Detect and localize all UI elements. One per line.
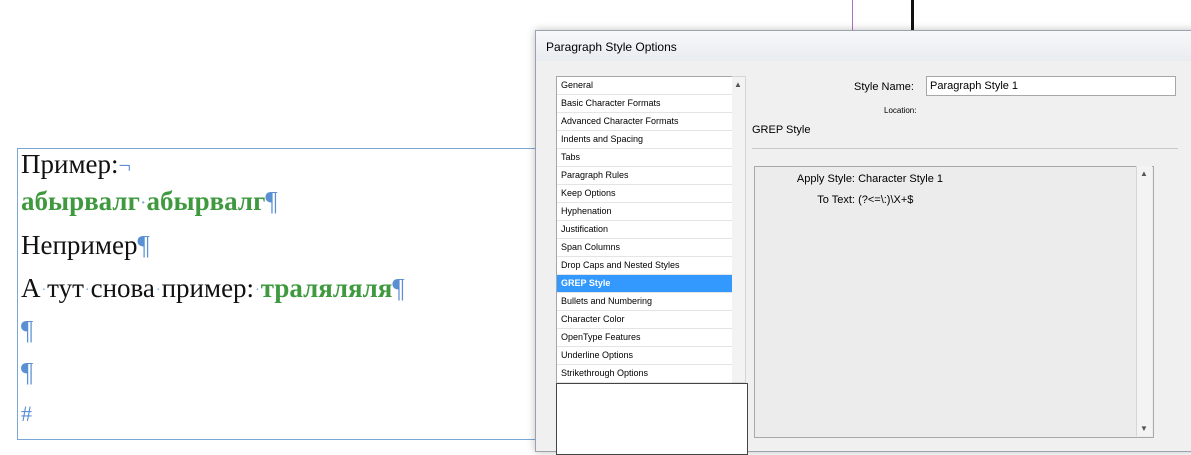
scroll-up-icon[interactable]: ▲ (1140, 169, 1148, 178)
line4-word-2: тут (47, 273, 84, 303)
category-item[interactable]: Drop Caps and Nested Styles (557, 257, 732, 275)
margin-guide (852, 0, 853, 34)
grep-style-list[interactable]: Apply Style: Character Style 1 To Text: … (754, 166, 1154, 438)
text-cursor-guide (911, 0, 914, 34)
scroll-up-icon[interactable]: ▲ (734, 80, 742, 89)
line4-word-1: А (21, 273, 41, 303)
to-text-label: To Text: (817, 194, 855, 206)
paragraph-style-options-dialog: Paragraph Style Options General Basic Cha… (535, 30, 1191, 455)
text-line-1[interactable]: Пример:¬ (21, 149, 131, 180)
style-name-label: Style Name: (854, 81, 914, 93)
category-item[interactable]: Indents and Spacing (557, 131, 732, 149)
pilcrow-mark: ¶ (265, 186, 278, 216)
category-item[interactable]: Keep Options (557, 185, 732, 203)
category-item[interactable]: Tabs (557, 149, 732, 167)
category-item[interactable]: Strikethrough Options (557, 365, 732, 383)
line4-word-3: снова (90, 273, 155, 303)
text-frame[interactable]: Пример:¬ абырвалг·абырвалг¶ Непример¶ А·… (17, 148, 558, 440)
category-item[interactable]: Justification (557, 221, 732, 239)
text-line-4[interactable]: А·тут·снова·пример:·траляляля¶ (21, 273, 405, 304)
line4-word-4: пример: (161, 273, 255, 303)
section-divider (752, 148, 1178, 149)
category-item[interactable]: Paragraph Rules (557, 167, 732, 185)
line2-word-1: абырвалг (21, 186, 140, 216)
dialog-title[interactable]: Paragraph Style Options (536, 31, 1191, 61)
apply-style-value[interactable]: Character Style 1 (858, 173, 943, 185)
pilcrow-mark: ¶ (137, 230, 150, 260)
text-line-3[interactable]: Непример¶ (21, 230, 150, 261)
category-item[interactable]: Advanced Character Formats (557, 113, 732, 131)
category-item[interactable]: Span Columns (557, 239, 732, 257)
end-of-story-mark: # (21, 401, 32, 426)
category-item[interactable]: Underline Options (557, 347, 732, 365)
line3-text: Непример (21, 230, 138, 260)
apply-style-label: Apply Style: (796, 173, 855, 185)
category-item[interactable]: Bullets and Numbering (557, 293, 732, 311)
pilcrow-mark: ¶ (392, 273, 405, 303)
grep-rule-apply-style[interactable]: Apply Style: Character Style 1 (761, 173, 943, 185)
location-label: Location: (884, 106, 917, 115)
category-item[interactable]: Hyphenation (557, 203, 732, 221)
space-mark: · (41, 282, 47, 298)
pilcrow-mark: ¶ (21, 357, 34, 387)
text-line-5[interactable]: ¶ (21, 315, 33, 346)
to-text-value[interactable]: (?<=\:)\X+$ (858, 194, 913, 206)
grep-scrollbar[interactable]: ▲ ▼ (1136, 166, 1152, 436)
section-title: GREP Style (752, 124, 811, 136)
space-mark: · (84, 282, 90, 298)
style-name-input[interactable] (926, 76, 1176, 96)
scroll-down-icon[interactable]: ▼ (1140, 424, 1148, 433)
category-scrollbar[interactable]: ▲ (732, 76, 746, 383)
line1-text: Пример: (21, 149, 119, 179)
category-item[interactable]: Basic Character Formats (557, 95, 732, 113)
space-mark: · (255, 282, 260, 298)
category-list[interactable]: General Basic Character Formats Advanced C… (556, 76, 733, 401)
category-item[interactable]: OpenType Features (557, 329, 732, 347)
forced-line-break-mark: ¬ (118, 153, 131, 178)
space-mark: · (140, 195, 146, 211)
category-item[interactable]: GREP Style (557, 275, 732, 293)
text-line-6[interactable]: ¶ (21, 357, 33, 388)
space-mark: · (155, 282, 161, 298)
category-item[interactable]: General (557, 77, 732, 95)
category-item[interactable]: Character Color (557, 311, 732, 329)
line4-green-word: траляляля (260, 273, 393, 303)
grep-rule-to-text[interactable]: To Text: (?<=\:)\X+$ (761, 194, 913, 206)
pilcrow-mark: ¶ (21, 315, 34, 345)
line2-word-2: абырвалг (146, 186, 266, 216)
text-line-2[interactable]: абырвалг·абырвалг¶ (21, 186, 278, 217)
text-line-7[interactable]: # (21, 397, 32, 428)
preview-box (556, 383, 748, 455)
